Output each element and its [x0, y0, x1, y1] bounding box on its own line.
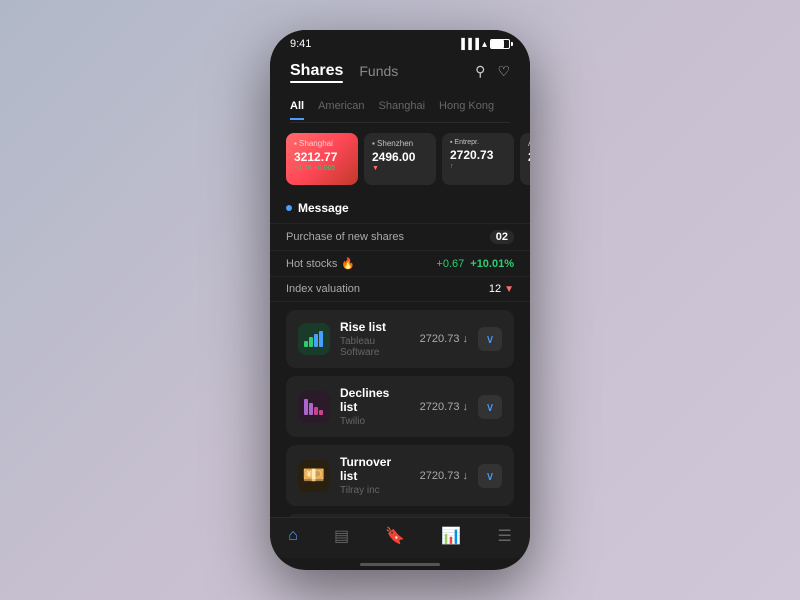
rise-list-subtitle: Tableau Software [340, 336, 410, 358]
declines-list-right: 2720.73 ↓ [420, 401, 468, 413]
rise-list-chevron[interactable]: ∨ [478, 327, 502, 351]
card-change: ▼ [372, 165, 428, 172]
rise-list-card[interactable]: Rise list Tableau Software 2720.73 ↓ ∨ [286, 310, 514, 368]
home-icon: ⌂ [288, 527, 298, 545]
message-dot [286, 205, 292, 211]
nav-watchlist[interactable]: 🔖 [385, 526, 405, 546]
card-value: 3212.77 [294, 150, 350, 164]
fire-icon: 🔥 [341, 257, 355, 270]
index-value: 12 ▼ [489, 283, 514, 295]
list-cards: Rise list Tableau Software 2720.73 ↓ ∨ [270, 302, 530, 517]
header-tabs: Shares Funds [290, 62, 398, 80]
card-label: ▪ Entrepr. [450, 139, 506, 146]
wifi-icon: ▴ [482, 39, 487, 50]
declines-list-title: Declines list [340, 386, 410, 414]
scroll-area[interactable]: ▪ Shanghai 3212.77 +1.76 +0.065 ▪ Shenzh… [270, 123, 530, 517]
purchase-row[interactable]: Purchase of new shares 02 [270, 224, 530, 251]
tab-shares[interactable]: Shares [290, 62, 343, 80]
index-valuation-row[interactable]: Index valuation 12 ▼ [270, 277, 530, 302]
nav-market[interactable]: ▤ [334, 526, 349, 546]
nav-home[interactable]: ⌂ [288, 527, 298, 545]
rise-list-icon [298, 323, 330, 355]
card-value: 2496.00 [372, 150, 428, 164]
market-card-all[interactable]: All 2720 [520, 133, 530, 185]
nav-portfolio[interactable]: 📊 [441, 526, 461, 546]
rise-list-title: Rise list [340, 320, 410, 334]
phone-frame: 9:41 ▐▐▐ ▴ Shares Funds ⚲ ♡ All [270, 30, 530, 570]
card-value: 2720.73 [450, 148, 506, 162]
status-time: 9:41 [290, 38, 311, 50]
purchase-label: Purchase of new shares [286, 231, 404, 243]
turnover-list-price: 2720.73 ↓ [420, 470, 468, 482]
purchase-count: 02 [490, 230, 514, 244]
rise-list-info: Rise list Tableau Software [340, 320, 410, 358]
subnav-shanghai[interactable]: Shanghai [379, 100, 426, 116]
market-icon: ▤ [334, 526, 349, 546]
turnover-list-title: Turnover list [340, 455, 410, 483]
card-label: ▪ Shanghai [294, 139, 350, 148]
market-card-shanghai[interactable]: ▪ Shanghai 3212.77 +1.76 +0.065 [286, 133, 358, 185]
index-label: Index valuation [286, 283, 360, 295]
tab-funds[interactable]: Funds [359, 63, 398, 79]
declines-list-chevron[interactable]: ∨ [478, 395, 502, 419]
signal-icon: ▐▐▐ [458, 39, 479, 50]
app-content: Shares Funds ⚲ ♡ All American Shanghai H… [270, 54, 530, 558]
market-card-shenzhen[interactable]: ▪ Shenzhen 2496.00 ▼ [364, 133, 436, 185]
hot-stocks-row[interactable]: Hot stocks 🔥 +0.67 +10.01% [270, 251, 530, 277]
card-value: 2720 [528, 150, 530, 164]
card-label: All [528, 139, 530, 148]
turnover-list-right: 2720.73 ↓ [420, 470, 468, 482]
index-arrow: ▼ [504, 284, 514, 295]
declines-list-price: 2720.73 ↓ [420, 401, 468, 413]
status-icons: ▐▐▐ ▴ [458, 39, 510, 50]
bottom-nav: ⌂ ▤ 🔖 📊 ☰ [270, 517, 530, 558]
message-label: Message [298, 201, 349, 215]
turnover-list-card[interactable]: 💴 Turnover list Tilray inc 2720.73 ↓ ∨ [286, 445, 514, 506]
status-bar: 9:41 ▐▐▐ ▴ [270, 30, 530, 54]
market-cards: ▪ Shanghai 3212.77 +1.76 +0.065 ▪ Shenzh… [270, 123, 530, 193]
market-card-entrepreneurship[interactable]: ▪ Entrepr. 2720.73 ↑ [442, 133, 514, 185]
battery-icon [490, 39, 510, 49]
declines-list-card[interactable]: Declines list Twilio 2720.73 ↓ ∨ [286, 376, 514, 437]
menu-icon: ☰ [498, 526, 512, 546]
card-change: +1.76 +0.065 [294, 165, 350, 172]
hot-change2: +10.01% [470, 258, 514, 270]
nav-menu[interactable]: ☰ [498, 526, 512, 546]
declines-list-subtitle: Twilio [340, 416, 410, 427]
subnav-hongkong[interactable]: Hong Kong [439, 100, 494, 116]
hot-stocks-label: Hot stocks 🔥 [286, 257, 355, 270]
card-label: ▪ Shenzhen [372, 139, 428, 148]
search-icon[interactable]: ⚲ [475, 63, 485, 80]
portfolio-icon: 📊 [441, 526, 461, 546]
header: Shares Funds ⚲ ♡ All American Shanghai H… [270, 54, 530, 123]
sub-nav: All American Shanghai Hong Kong [290, 92, 510, 123]
turnover-list-info: Turnover list Tilray inc [340, 455, 410, 496]
message-row[interactable]: Message [270, 193, 530, 224]
card-change: ↑ [450, 163, 506, 170]
index-number: 12 [489, 283, 501, 295]
subnav-american[interactable]: American [318, 100, 364, 116]
subnav-all[interactable]: All [290, 100, 304, 116]
declines-list-info: Declines list Twilio [340, 386, 410, 427]
rise-list-price: 2720.73 ↓ [420, 333, 468, 345]
hot-change1: +0.67 [436, 258, 464, 270]
hot-stocks-values: +0.67 +10.01% [436, 258, 514, 270]
header-icons: ⚲ ♡ [475, 63, 510, 80]
turnover-list-subtitle: Tilray inc [340, 485, 410, 496]
turnover-list-icon: 💴 [298, 460, 330, 492]
home-indicator [360, 563, 440, 566]
header-top: Shares Funds ⚲ ♡ [290, 62, 510, 80]
declines-list-icon [298, 391, 330, 423]
turnover-list-chevron[interactable]: ∨ [478, 464, 502, 488]
rise-list-right: 2720.73 ↓ [420, 333, 468, 345]
hot-stocks-text: Hot stocks [286, 258, 337, 270]
bell-icon[interactable]: ♡ [497, 63, 510, 80]
watchlist-icon: 🔖 [385, 526, 405, 546]
